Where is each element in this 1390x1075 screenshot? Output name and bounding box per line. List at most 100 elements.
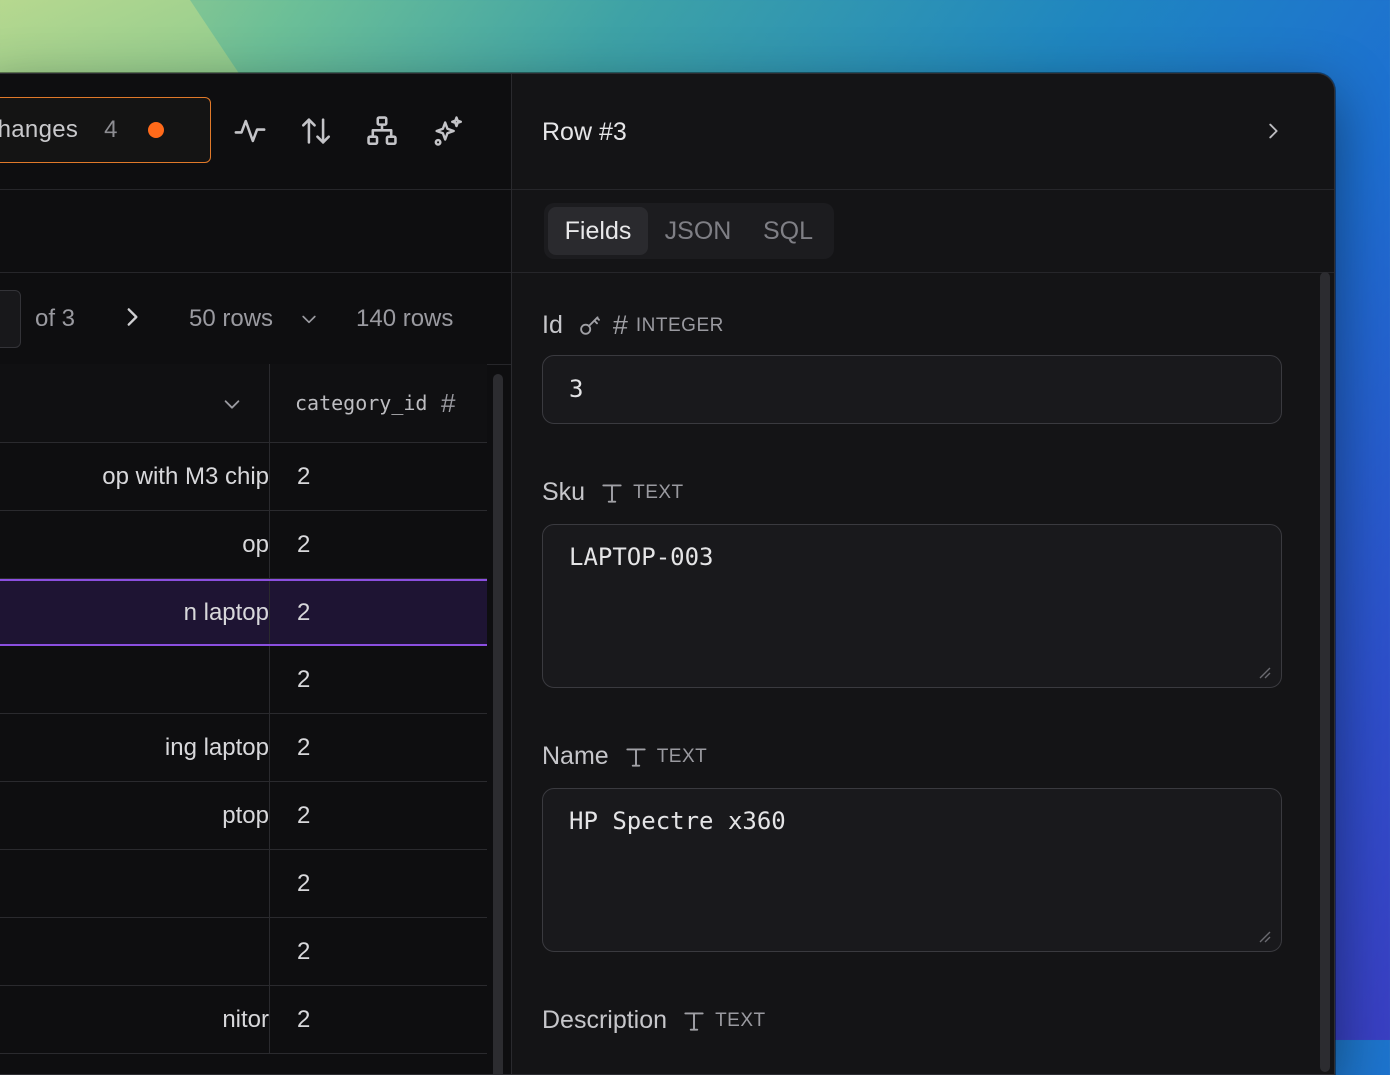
table-row[interactable]: nitor 2 (0, 986, 487, 1054)
table-row[interactable]: 2 (0, 646, 487, 714)
column-separator[interactable] (269, 364, 270, 442)
name-cell[interactable] (0, 850, 269, 917)
category-id-cell[interactable]: 2 (297, 802, 310, 830)
name-cell[interactable] (0, 918, 269, 985)
table-row[interactable]: op with M3 chip 2 (0, 443, 487, 511)
table-row[interactable]: ptop 2 (0, 782, 487, 850)
field-type: TEXT (633, 481, 684, 503)
detail-tabs-bar: Fields JSON SQL (512, 190, 1334, 273)
field-type: TEXT (715, 1009, 766, 1031)
category-id-cell[interactable]: 2 (297, 938, 310, 966)
collapse-panel-chevron-icon[interactable] (1262, 118, 1284, 144)
field-name: Id (542, 311, 563, 339)
table-row[interactable]: op 2 (0, 511, 487, 579)
category-id-cell[interactable]: 2 (297, 463, 310, 491)
sort-icon[interactable] (299, 114, 333, 148)
activity-icon[interactable] (233, 114, 267, 148)
field-label-name: Name TEXT (542, 742, 707, 771)
name-value: HP Spectre x360 (569, 807, 786, 835)
app-window: Changes 4 of 3 50 rows (0, 73, 1335, 1075)
name-cell[interactable]: n laptop (0, 581, 269, 644)
text-type-icon (681, 1008, 707, 1034)
total-rows-label: 140 rows (356, 305, 454, 332)
detail-scrollbar[interactable] (1320, 272, 1330, 1072)
category-id-cell[interactable]: 2 (297, 734, 310, 762)
column-separator (269, 850, 270, 917)
id-field[interactable]: 3 (542, 355, 1282, 424)
column-separator (269, 646, 270, 713)
column-separator (269, 918, 270, 985)
number-type-icon: # (612, 310, 628, 340)
field-name: Name (542, 742, 609, 770)
name-cell[interactable]: ing laptop (0, 714, 269, 781)
field-name: Sku (542, 478, 586, 506)
tab-sql[interactable]: SQL (748, 207, 828, 255)
category-id-cell[interactable]: 2 (297, 1006, 310, 1034)
data-grid-pane: Changes 4 of 3 50 rows (0, 74, 511, 1074)
category-id-cell[interactable]: 2 (297, 599, 310, 627)
column-header-category-id[interactable]: category_id (295, 391, 427, 415)
tab-fields[interactable]: Fields (548, 207, 648, 255)
column-separator (269, 782, 270, 849)
table-body: op with M3 chip 2 op 2 n laptop 2 2 ing laptop 2… (0, 443, 487, 1054)
data-table: category_id # op with M3 chip 2 op 2 n lapto… (0, 364, 487, 1054)
name-cell[interactable]: nitor (0, 986, 269, 1053)
number-type-icon: # (441, 388, 456, 418)
unsaved-indicator-dot (147, 122, 164, 138)
name-cell[interactable]: ptop (0, 782, 269, 849)
tab-json[interactable]: JSON (648, 207, 748, 255)
field-type: INTEGER (635, 314, 724, 336)
column-separator (269, 986, 270, 1053)
name-cell-text: ing laptop (164, 734, 269, 761)
next-page-chevron-icon[interactable] (119, 302, 145, 332)
hierarchy-icon[interactable] (365, 114, 399, 148)
changes-count: 4 (104, 116, 118, 143)
row-detail-pane: Row #3 Fields JSON SQL Id # INTEGER 3 Sk… (512, 74, 1334, 1074)
table-header: category_id # (0, 364, 487, 443)
resize-grip-icon[interactable] (1257, 929, 1271, 943)
field-label-id: Id # INTEGER (542, 310, 724, 341)
table-row[interactable]: 2 (0, 918, 487, 986)
primary-key-icon (577, 313, 603, 339)
sku-field[interactable]: LAPTOP-003 (542, 524, 1282, 688)
name-cell[interactable] (0, 646, 269, 713)
text-type-icon (623, 744, 649, 770)
field-label-sku: Sku TEXT (542, 478, 684, 507)
detail-title: Row #3 (542, 118, 627, 146)
category-id-cell[interactable]: 2 (297, 870, 310, 898)
column-separator (269, 511, 270, 578)
name-cell[interactable]: op with M3 chip (0, 443, 269, 510)
table-scrollbar[interactable] (493, 374, 503, 1074)
name-field[interactable]: HP Spectre x360 (542, 788, 1282, 952)
name-cell[interactable]: op (0, 511, 269, 578)
field-type: TEXT (656, 745, 708, 767)
name-cell-text: n laptop (183, 599, 269, 626)
table-row[interactable]: n laptop 2 (0, 579, 487, 646)
category-id-cell[interactable]: 2 (297, 666, 310, 694)
chevron-down-icon[interactable] (221, 393, 243, 415)
chevron-down-icon[interactable] (299, 308, 319, 328)
changes-button[interactable]: Changes 4 (0, 97, 211, 163)
category-id-cell[interactable]: 2 (297, 531, 310, 559)
page-size-select[interactable]: 50 rows (189, 305, 273, 333)
name-cell-text: nitor (222, 1006, 269, 1033)
pagination-bar: of 3 50 rows 140 rows (0, 272, 511, 365)
sku-value: LAPTOP-003 (569, 543, 714, 571)
page-count-label: of 3 (35, 305, 76, 332)
page-number-input[interactable] (0, 290, 21, 348)
grid-filter-bar (0, 190, 511, 273)
name-cell-text: op with M3 chip (102, 463, 269, 490)
resize-grip-icon[interactable] (1257, 665, 1271, 679)
changes-label: Changes (0, 116, 79, 143)
detail-tabs: Fields JSON SQL (544, 203, 834, 259)
field-label-description: Description TEXT (542, 1006, 766, 1035)
detail-header: Row #3 (512, 74, 1334, 190)
field-name: Description (542, 1006, 668, 1034)
name-cell-text: op (242, 531, 269, 558)
grid-toolbar: Changes 4 (0, 74, 511, 190)
text-type-icon (599, 480, 625, 506)
column-separator (269, 443, 270, 510)
table-row[interactable]: ing laptop 2 (0, 714, 487, 782)
sparkles-icon[interactable] (431, 114, 465, 148)
table-row[interactable]: 2 (0, 850, 487, 918)
